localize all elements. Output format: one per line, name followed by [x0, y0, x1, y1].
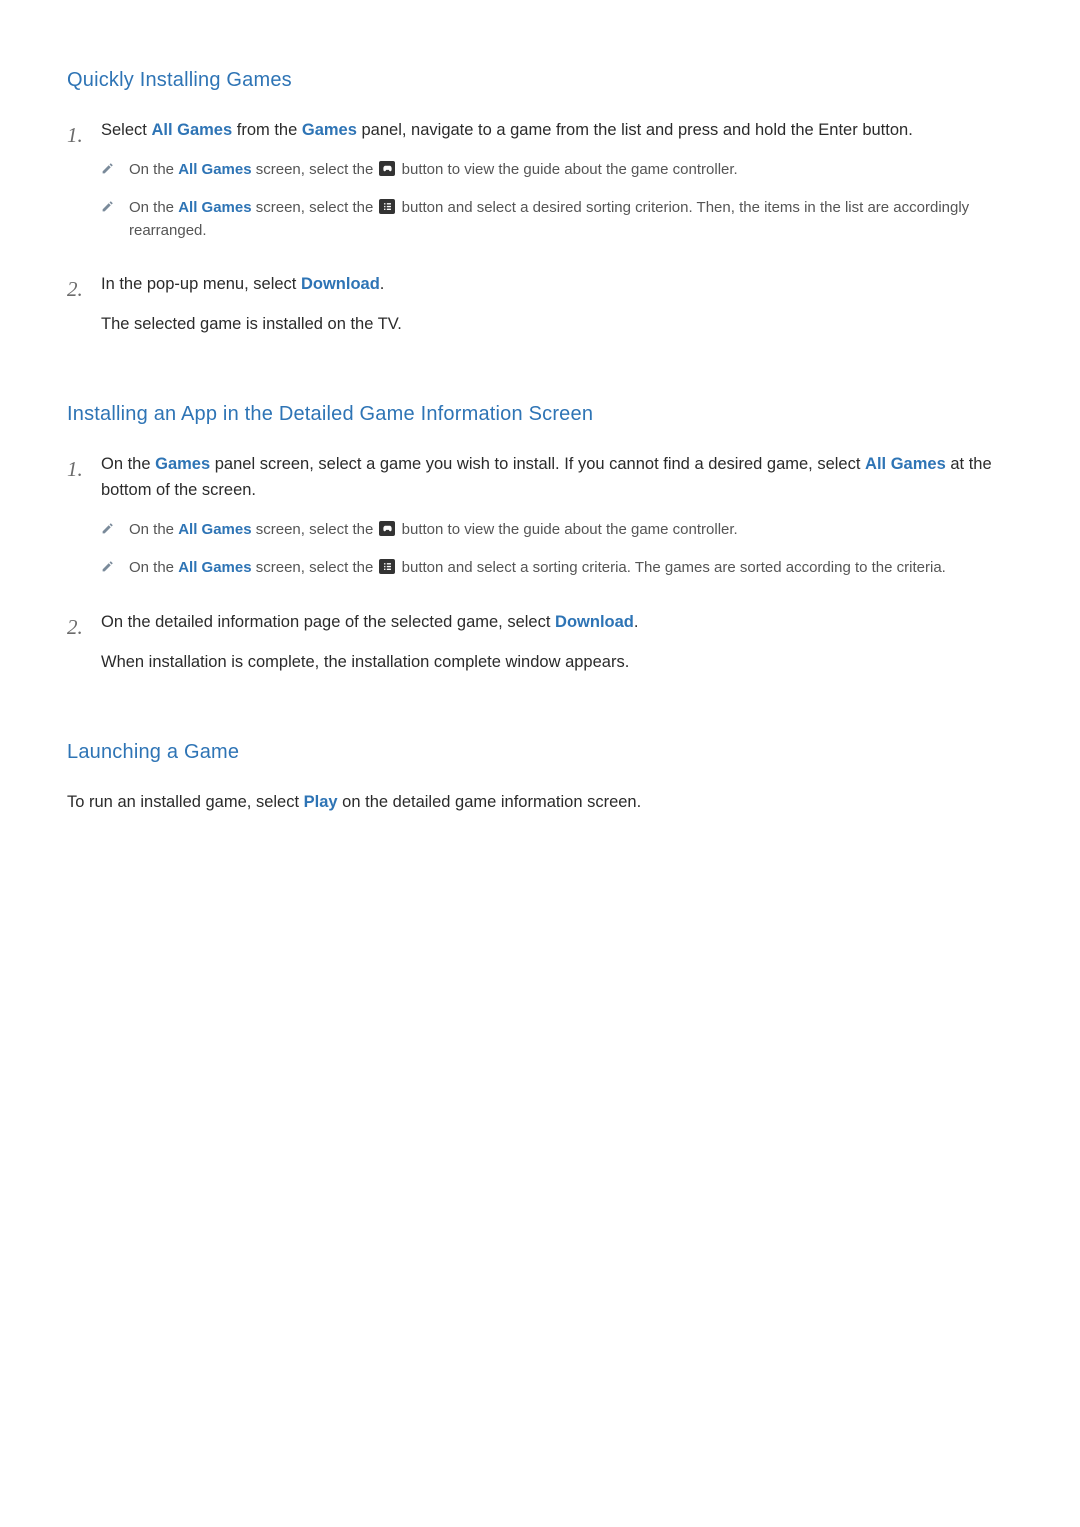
text: button and select a sorting criteria. Th… — [397, 559, 945, 576]
note-item: On the All Games screen, select the butt… — [101, 518, 1020, 542]
note-item: On the All Games screen, select the butt… — [101, 556, 1020, 580]
step-text: In the pop-up menu, select Download. — [101, 272, 1020, 298]
text: On the — [129, 161, 178, 178]
text: On the detailed information page of the … — [101, 613, 555, 631]
text: On the — [129, 559, 178, 576]
section-launching-game: Launching a Game To run an installed gam… — [67, 737, 1020, 816]
text: On the — [129, 521, 178, 538]
note-item: On the All Games screen, select the butt… — [101, 196, 1020, 243]
note-item: On the All Games screen, select the butt… — [101, 158, 1020, 182]
heading-installing-app-detail: Installing an App in the Detailed Game I… — [67, 399, 1020, 430]
step-body: On the Games panel screen, select a game… — [101, 452, 1020, 594]
pencil-icon — [101, 158, 129, 182]
step-1: 1. Select All Games from the Games panel… — [67, 118, 1020, 256]
controller-icon — [379, 521, 395, 536]
highlight-all-games: All Games — [151, 121, 232, 139]
highlight-play: Play — [304, 793, 338, 811]
highlight-games: Games — [302, 121, 357, 139]
notes: On the All Games screen, select the butt… — [101, 518, 1020, 581]
text: panel screen, select a game you wish to … — [210, 455, 865, 473]
text: on the detailed game information screen. — [338, 793, 642, 811]
step-number: 1. — [67, 452, 101, 594]
text: screen, select the — [252, 559, 378, 576]
step-number: 2. — [67, 272, 101, 351]
step-result: The selected game is installed on the TV… — [101, 312, 1020, 338]
text: . — [634, 613, 639, 631]
pencil-icon — [101, 518, 129, 542]
notes: On the All Games screen, select the butt… — [101, 158, 1020, 243]
sort-list-icon — [379, 199, 395, 214]
pencil-icon — [101, 196, 129, 243]
highlight-download: Download — [301, 275, 380, 293]
step-text: Select All Games from the Games panel, n… — [101, 118, 1020, 144]
note-text: On the All Games screen, select the butt… — [129, 518, 1020, 542]
text: Select — [101, 121, 151, 139]
step-body: Select All Games from the Games panel, n… — [101, 118, 1020, 256]
pencil-icon — [101, 556, 129, 580]
highlight-all-games: All Games — [178, 199, 251, 216]
text: . — [380, 275, 385, 293]
step-result: When installation is complete, the insta… — [101, 650, 1020, 676]
step-2: 2. In the pop-up menu, select Download. … — [67, 272, 1020, 351]
section-quickly-installing: Quickly Installing Games 1. Select All G… — [67, 65, 1020, 351]
text: screen, select the — [252, 161, 378, 178]
highlight-all-games: All Games — [178, 161, 251, 178]
section-installing-app-detail: Installing an App in the Detailed Game I… — [67, 399, 1020, 689]
step-text: On the detailed information page of the … — [101, 610, 1020, 636]
text: In the pop-up menu, select — [101, 275, 301, 293]
sort-list-icon — [379, 559, 395, 574]
heading-quickly-installing: Quickly Installing Games — [67, 65, 1020, 96]
text: button to view the guide about the game … — [397, 161, 737, 178]
text: To run an installed game, select — [67, 793, 304, 811]
highlight-all-games: All Games — [178, 521, 251, 538]
step-1: 1. On the Games panel screen, select a g… — [67, 452, 1020, 594]
highlight-download: Download — [555, 613, 634, 631]
step-text: On the Games panel screen, select a game… — [101, 452, 1020, 503]
note-text: On the All Games screen, select the butt… — [129, 556, 1020, 580]
heading-launching-game: Launching a Game — [67, 737, 1020, 768]
paragraph: To run an installed game, select Play on… — [67, 790, 1020, 816]
highlight-all-games: All Games — [865, 455, 946, 473]
text: button to view the guide about the game … — [397, 521, 737, 538]
text: panel, navigate to a game from the list … — [357, 121, 913, 139]
text: screen, select the — [252, 199, 378, 216]
step-number: 1. — [67, 118, 101, 256]
step-2: 2. On the detailed information page of t… — [67, 610, 1020, 689]
controller-icon — [379, 161, 395, 176]
text: screen, select the — [252, 521, 378, 538]
highlight-all-games: All Games — [178, 559, 251, 576]
step-body: In the pop-up menu, select Download. The… — [101, 272, 1020, 351]
text: On the — [101, 455, 155, 473]
step-body: On the detailed information page of the … — [101, 610, 1020, 689]
note-text: On the All Games screen, select the butt… — [129, 158, 1020, 182]
highlight-games: Games — [155, 455, 210, 473]
note-text: On the All Games screen, select the butt… — [129, 196, 1020, 243]
text: On the — [129, 199, 178, 216]
text: from the — [232, 121, 302, 139]
step-number: 2. — [67, 610, 101, 689]
